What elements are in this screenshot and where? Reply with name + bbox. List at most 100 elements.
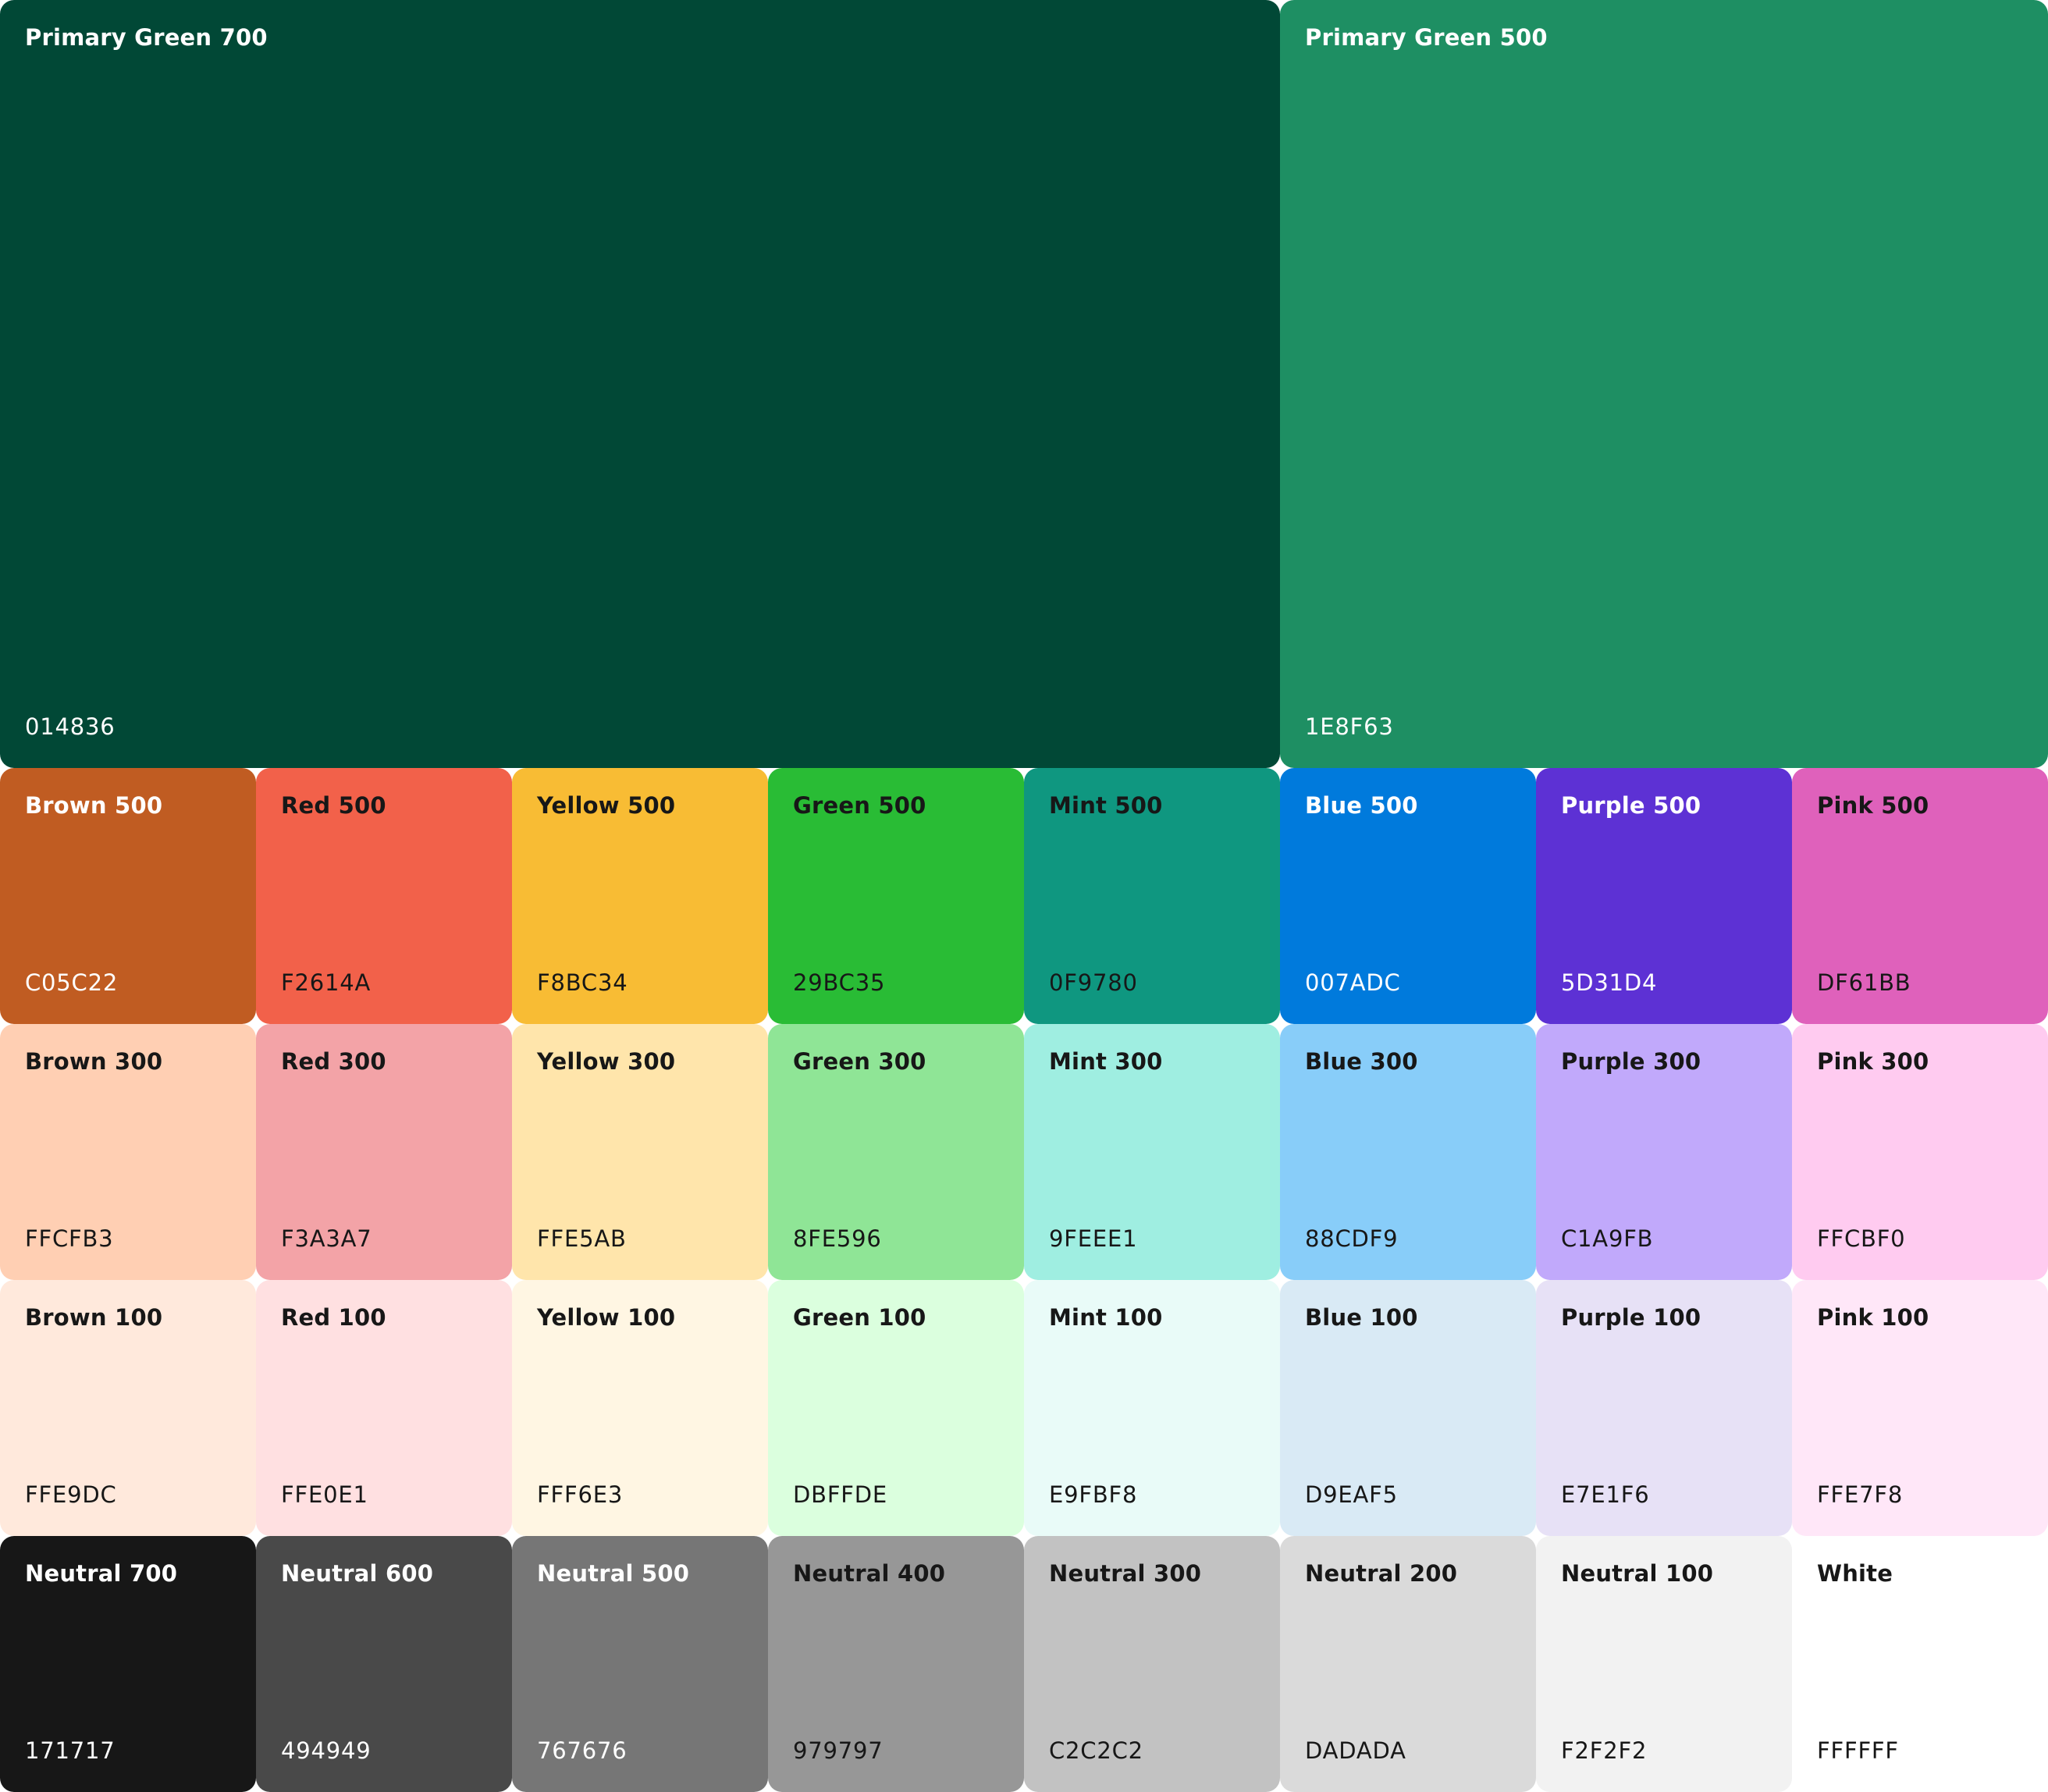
swatch-name: Yellow 500 bbox=[537, 792, 676, 819]
swatch-purple-500: Purple 500 5D31D4 bbox=[1536, 768, 1792, 1024]
swatch-hex-code: 88CDF9 bbox=[1305, 1225, 1399, 1252]
swatch-hex-code: F3A3A7 bbox=[281, 1225, 372, 1252]
swatch-neutral-600: Neutral 600 494949 bbox=[256, 1536, 512, 1792]
swatch-hex-code: DF61BB bbox=[1817, 969, 1911, 996]
swatch-hex-code: 8FE596 bbox=[793, 1225, 882, 1252]
swatch-name: Green 500 bbox=[793, 792, 926, 819]
swatch-hex-code: F2614A bbox=[281, 969, 372, 996]
swatch-hex-code: FFE0E1 bbox=[281, 1481, 368, 1508]
swatch-name: White bbox=[1817, 1560, 1893, 1587]
swatch-red-500: Red 500 F2614A bbox=[256, 768, 512, 1024]
swatch-hex-code: FFCBF0 bbox=[1817, 1225, 1906, 1252]
swatch-green-300: Green 300 8FE596 bbox=[768, 1024, 1024, 1280]
swatch-brown-300: Brown 300 FFCFB3 bbox=[0, 1024, 256, 1280]
swatch-name: Pink 500 bbox=[1817, 792, 1929, 819]
swatch-name: Green 100 bbox=[793, 1304, 926, 1331]
swatch-hex-code: 5D31D4 bbox=[1561, 969, 1658, 996]
swatch-primary-green-700: Primary Green 700 014836 bbox=[0, 0, 1280, 768]
swatch-hex-code: 007ADC bbox=[1305, 969, 1401, 996]
swatch-neutral-500: Neutral 500 767676 bbox=[512, 1536, 768, 1792]
swatch-primary-green-500: Primary Green 500 1E8F63 bbox=[1280, 0, 2048, 768]
swatch-neutral-100: Neutral 100 F2F2F2 bbox=[1536, 1536, 1792, 1792]
swatch-blue-300: Blue 300 88CDF9 bbox=[1280, 1024, 1536, 1280]
swatch-hex-code: 979797 bbox=[793, 1737, 884, 1764]
swatch-hex-code: E7E1F6 bbox=[1561, 1481, 1650, 1508]
swatch-hex-code: F2F2F2 bbox=[1561, 1737, 1648, 1764]
swatch-hex-code: 0F9780 bbox=[1049, 969, 1138, 996]
swatch-name: Brown 300 bbox=[25, 1048, 163, 1075]
swatch-purple-300: Purple 300 C1A9FB bbox=[1536, 1024, 1792, 1280]
swatch-hex-code: D9EAF5 bbox=[1305, 1481, 1398, 1508]
swatch-name: Pink 300 bbox=[1817, 1048, 1929, 1075]
swatch-hex-code: E9FBF8 bbox=[1049, 1481, 1138, 1508]
swatch-name: Blue 300 bbox=[1305, 1048, 1418, 1075]
swatch-mint-500: Mint 500 0F9780 bbox=[1024, 768, 1280, 1024]
swatch-hex-code: 014836 bbox=[25, 713, 116, 740]
swatch-green-100: Green 100 DBFFDE bbox=[768, 1280, 1024, 1536]
swatch-brown-500: Brown 500 C05C22 bbox=[0, 768, 256, 1024]
swatch-hex-code: DBFFDE bbox=[793, 1481, 888, 1508]
swatch-neutral-700: Neutral 700 171717 bbox=[0, 1536, 256, 1792]
swatch-hex-code: 767676 bbox=[537, 1737, 628, 1764]
swatch-hex-code: FFE7F8 bbox=[1817, 1481, 1904, 1508]
swatch-hex-code: C1A9FB bbox=[1561, 1225, 1654, 1252]
swatch-red-100: Red 100 FFE0E1 bbox=[256, 1280, 512, 1536]
swatch-hex-code: 29BC35 bbox=[793, 969, 886, 996]
swatch-yellow-500: Yellow 500 F8BC34 bbox=[512, 768, 768, 1024]
swatch-name: Pink 100 bbox=[1817, 1304, 1929, 1331]
swatch-name: Neutral 300 bbox=[1049, 1560, 1202, 1587]
swatch-name: Purple 500 bbox=[1561, 792, 1701, 819]
swatch-name: Red 100 bbox=[281, 1304, 386, 1331]
swatch-pink-500: Pink 500 DF61BB bbox=[1792, 768, 2048, 1024]
swatch-brown-100: Brown 100 FFE9DC bbox=[0, 1280, 256, 1536]
swatch-name: Neutral 100 bbox=[1561, 1560, 1714, 1587]
swatch-name: Primary Green 700 bbox=[25, 24, 268, 51]
swatch-name: Neutral 700 bbox=[25, 1560, 178, 1587]
swatch-white: White FFFFFF bbox=[1792, 1536, 2048, 1792]
swatch-hex-code: 494949 bbox=[281, 1737, 372, 1764]
swatch-neutral-400: Neutral 400 979797 bbox=[768, 1536, 1024, 1792]
swatch-yellow-300: Yellow 300 FFE5AB bbox=[512, 1024, 768, 1280]
swatch-hex-code: F8BC34 bbox=[537, 969, 628, 996]
swatch-purple-100: Purple 100 E7E1F6 bbox=[1536, 1280, 1792, 1536]
swatch-red-300: Red 300 F3A3A7 bbox=[256, 1024, 512, 1280]
swatch-name: Neutral 500 bbox=[537, 1560, 690, 1587]
swatch-hex-code: DADADA bbox=[1305, 1737, 1406, 1764]
swatch-name: Neutral 400 bbox=[793, 1560, 946, 1587]
swatch-name: Purple 100 bbox=[1561, 1304, 1701, 1331]
color-palette: Primary Green 700 014836 Primary Green 500… bbox=[0, 0, 2048, 1792]
swatch-name: Primary Green 500 bbox=[1305, 24, 1548, 51]
swatch-name: Green 300 bbox=[793, 1048, 926, 1075]
swatch-name: Red 500 bbox=[281, 792, 386, 819]
swatch-name: Blue 500 bbox=[1305, 792, 1418, 819]
swatch-name: Red 300 bbox=[281, 1048, 386, 1075]
swatch-hex-code: C05C22 bbox=[25, 969, 119, 996]
swatch-hex-code: 1E8F63 bbox=[1305, 713, 1394, 740]
swatch-hex-code: FFE5AB bbox=[537, 1225, 627, 1252]
swatch-name: Yellow 300 bbox=[537, 1048, 676, 1075]
swatch-name: Neutral 200 bbox=[1305, 1560, 1458, 1587]
swatch-hex-code: FFE9DC bbox=[25, 1481, 117, 1508]
swatch-name: Neutral 600 bbox=[281, 1560, 434, 1587]
swatch-name: Brown 100 bbox=[25, 1304, 163, 1331]
swatch-hex-code: 171717 bbox=[25, 1737, 116, 1764]
swatch-mint-100: Mint 100 E9FBF8 bbox=[1024, 1280, 1280, 1536]
swatch-name: Mint 500 bbox=[1049, 792, 1163, 819]
swatch-name: Mint 300 bbox=[1049, 1048, 1163, 1075]
swatch-hex-code: FFF6E3 bbox=[537, 1481, 624, 1508]
swatch-hex-code: 9FEEE1 bbox=[1049, 1225, 1138, 1252]
swatch-hex-code: C2C2C2 bbox=[1049, 1737, 1143, 1764]
swatch-mint-300: Mint 300 9FEEE1 bbox=[1024, 1024, 1280, 1280]
swatch-name: Purple 300 bbox=[1561, 1048, 1701, 1075]
swatch-pink-100: Pink 100 FFE7F8 bbox=[1792, 1280, 2048, 1536]
swatch-green-500: Green 500 29BC35 bbox=[768, 768, 1024, 1024]
swatch-name: Blue 100 bbox=[1305, 1304, 1418, 1331]
swatch-yellow-100: Yellow 100 FFF6E3 bbox=[512, 1280, 768, 1536]
swatch-neutral-300: Neutral 300 C2C2C2 bbox=[1024, 1536, 1280, 1792]
swatch-blue-100: Blue 100 D9EAF5 bbox=[1280, 1280, 1536, 1536]
swatch-name: Yellow 100 bbox=[537, 1304, 676, 1331]
swatch-neutral-200: Neutral 200 DADADA bbox=[1280, 1536, 1536, 1792]
swatch-hex-code: FFFFFF bbox=[1817, 1737, 1899, 1764]
swatch-name: Mint 100 bbox=[1049, 1304, 1163, 1331]
swatch-blue-500: Blue 500 007ADC bbox=[1280, 768, 1536, 1024]
